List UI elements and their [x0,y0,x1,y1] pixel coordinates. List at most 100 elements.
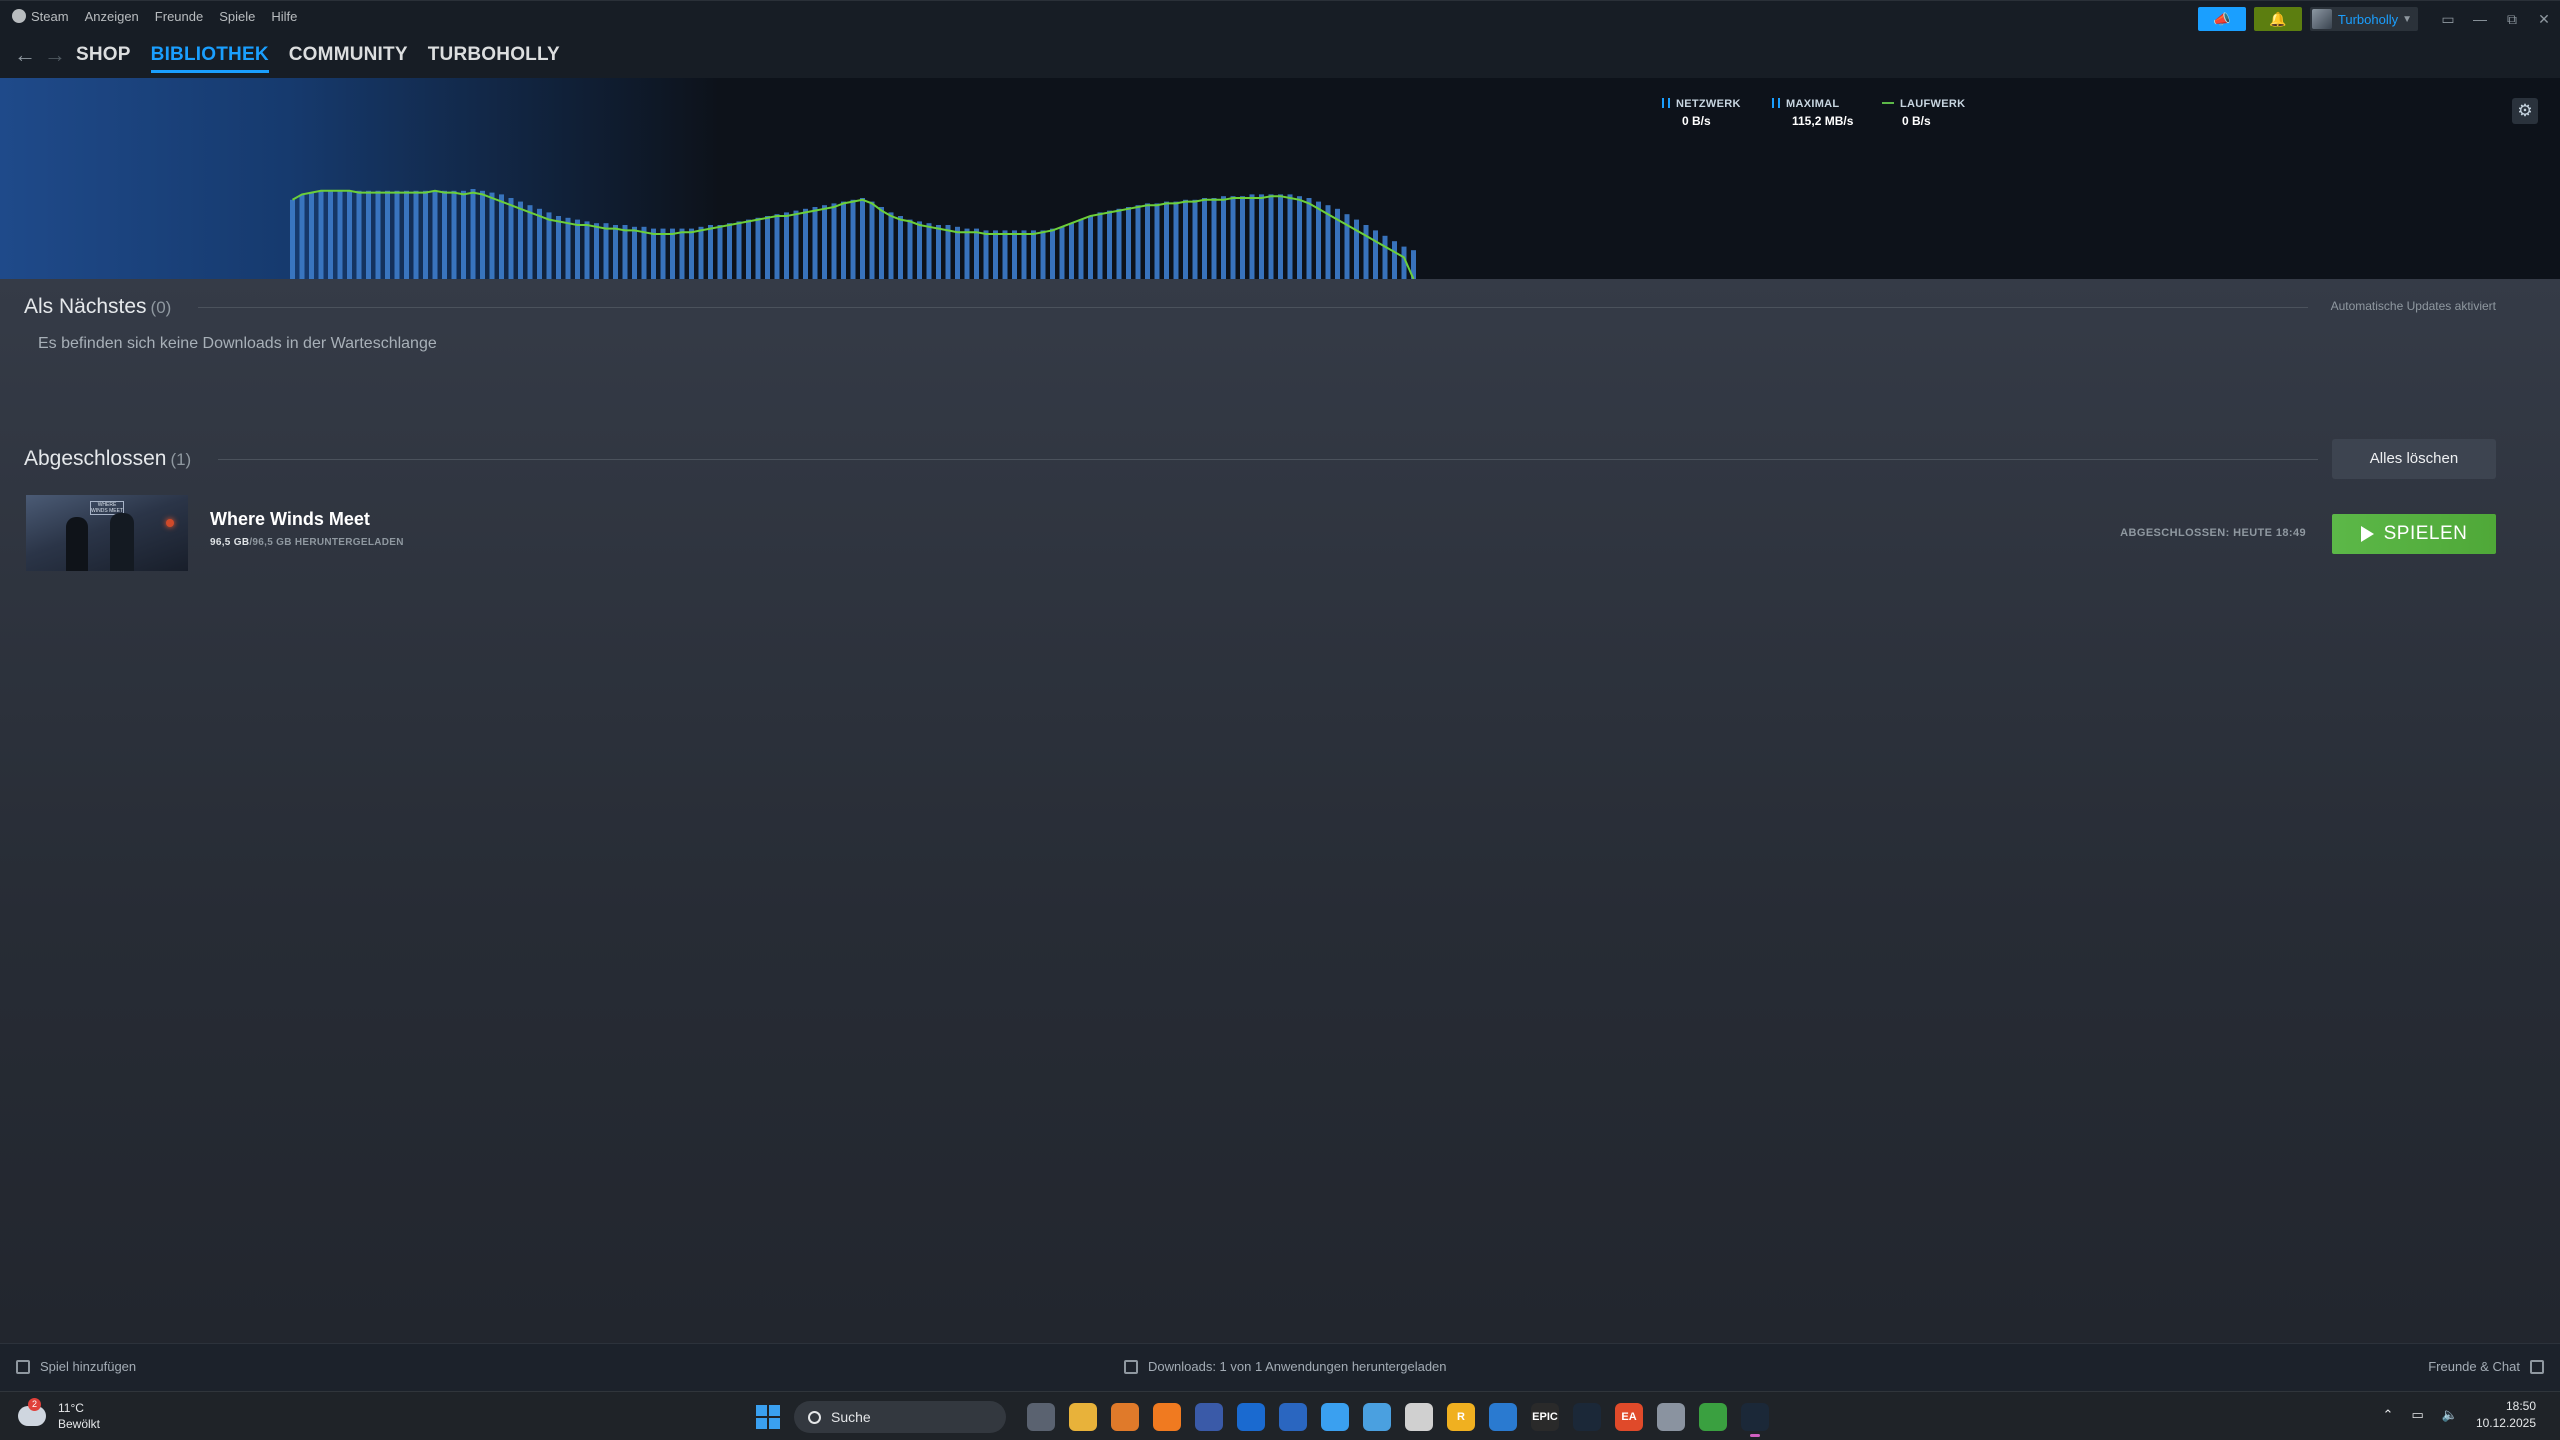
network-bar [1230,196,1236,279]
tab-community[interactable]: COMMUNITY [289,44,408,73]
network-bar [613,225,618,279]
forward-arrow-icon[interactable]: → [44,42,66,68]
menu-freunde[interactable]: Freunde [155,9,203,24]
network-bar [1297,196,1302,279]
thumbnail-figure [110,513,134,571]
task-view-icon[interactable] [1027,1403,1055,1431]
network-bar [1040,230,1046,279]
menu-anzeigen[interactable]: Anzeigen [85,9,139,24]
network-bar [1316,201,1321,279]
chrome-icon[interactable] [1405,1403,1433,1431]
network-bar [1059,226,1065,279]
speaker-icon[interactable]: 🔈 [2442,1407,2458,1423]
game-thumbnail[interactable]: WHERE WINDS MEET [26,495,188,571]
steam-active-icon[interactable] [1741,1403,1769,1437]
network-bar [499,194,504,279]
browser-orange-icon[interactable] [1111,1403,1139,1431]
network-bar [1202,198,1207,279]
legend-disk: LAUFWERK 0 B/s [1882,98,1965,128]
network-bar [337,190,343,279]
network-bar [907,219,913,279]
menu-spiele[interactable]: Spiele [219,9,255,24]
network-bar [508,198,514,279]
avast-icon[interactable] [1153,1403,1181,1431]
network-bar [727,223,732,279]
network-bar [1069,223,1074,279]
network-bar [565,217,571,279]
network-bar [708,225,713,279]
network-bar [518,201,523,279]
news-icon[interactable] [1195,1403,1223,1431]
announcements-button[interactable]: 📣 [2197,7,2246,31]
gear-icon[interactable]: ⚙ [2512,98,2538,124]
network-bar [299,194,305,279]
title-bar: Steam Anzeigen Freunde Spiele Hilfe 📣 🔔 … [0,0,2560,34]
network-bar [1240,196,1245,279]
windows-start-icon[interactable] [756,1405,780,1429]
restore-icon[interactable]: ⧉ [2496,11,2528,28]
outlook-icon[interactable] [1237,1403,1265,1431]
network-bar [774,214,780,279]
close-icon[interactable]: ✕ [2528,11,2560,28]
epic-icon[interactable]: EPIC [1531,1403,1559,1431]
menu-hilfe[interactable]: Hilfe [271,9,297,24]
tab-turboholly[interactable]: TURBOHOLLY [428,44,560,73]
tab-shop[interactable]: SHOP [76,44,131,73]
network-bar [1088,216,1093,279]
bar-chart-icon [1772,98,1780,108]
completed-count: (1) [170,450,192,469]
network-bar [556,216,561,279]
size-total: /96,5 GB HERUNTERGELADEN [249,537,404,548]
network-bar [584,221,590,279]
status-bar: Spiel hinzufügen Downloads: 1 von 1 Anwe… [0,1343,2560,1391]
add-game-button[interactable]: Spiel hinzufügen [16,1359,136,1374]
user-menu[interactable]: Turboholly ▼ [2309,7,2418,31]
network-bar [765,216,770,279]
settings-icon[interactable] [1657,1403,1685,1431]
file-explorer-icon[interactable] [1069,1403,1097,1431]
downloads-status[interactable]: Downloads: 1 von 1 Anwendungen herunterg… [1124,1359,1447,1374]
network-bar [869,201,875,279]
chevron-up-icon[interactable]: ⌃ [2383,1407,2394,1423]
megaphone-icon: 📣 [2213,10,2231,27]
clock[interactable]: 18:50 10.12.2025 [2476,1398,2536,1432]
mail-icon[interactable] [1363,1403,1391,1431]
minimize-icon[interactable]: — [2464,11,2496,27]
network-bar [622,225,628,279]
network-bar [1050,228,1055,279]
network-icon[interactable]: ▭ [2411,1407,2423,1423]
taskbar-search[interactable]: Suche [794,1401,1006,1433]
big-picture-icon[interactable]: ▭ [2432,11,2464,28]
network-bar [964,228,970,279]
auto-updates-status[interactable]: Automatische Updates aktiviert [2331,299,2496,313]
ubisoft-icon[interactable] [1489,1403,1517,1431]
weather-widget[interactable]: 2 11°C Bewölkt [18,1398,101,1432]
xbox-icon[interactable] [1699,1403,1727,1431]
weather-desc: Bewölkt [58,1417,101,1431]
back-arrow-icon[interactable]: ← [14,42,36,68]
play-button[interactable]: SPIELEN [2332,514,2496,554]
steam-icon[interactable] [1573,1403,1601,1431]
tab-bibliothek[interactable]: BIBLIOTHEK [150,44,269,73]
network-bar [1249,194,1255,279]
friends-chat-button[interactable]: Freunde & Chat [2428,1359,2544,1374]
store-icon[interactable] [1321,1403,1349,1431]
network-bar [888,212,894,279]
editor-icon[interactable] [1279,1403,1307,1431]
network-bar [290,199,295,279]
rockstar-icon[interactable]: R [1447,1403,1475,1431]
ea-icon[interactable]: EA [1615,1403,1643,1431]
legend-disk-value: 0 B/s [1902,114,1931,128]
notifications-button[interactable]: 🔔 [2253,7,2302,31]
network-bar [375,190,381,279]
download-icon [1124,1359,1138,1374]
menu-steam[interactable]: Steam [12,9,69,24]
game-title[interactable]: Where Winds Meet [210,509,370,530]
network-bar [404,190,409,279]
network-bar [822,205,827,279]
network-bar [746,219,751,279]
clear-all-button[interactable]: Alles löschen [2332,439,2496,479]
network-bar [413,190,419,279]
network-bar [755,217,761,279]
network-bar [1135,205,1141,279]
